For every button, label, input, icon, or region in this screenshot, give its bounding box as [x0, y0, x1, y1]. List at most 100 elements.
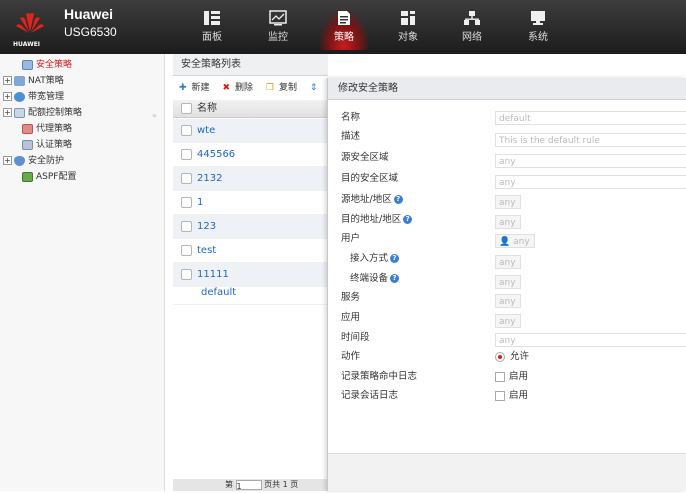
- huawei-logo-icon: [16, 13, 44, 33]
- row-checkbox[interactable]: [181, 172, 192, 184]
- access-mode-label-text: 接入方式: [350, 253, 389, 264]
- table-row[interactable]: 445566: [173, 143, 328, 167]
- sidebar-item-nat-policy[interactable]: + NAT策略: [3, 74, 64, 88]
- session-log-checkbox[interactable]: [495, 391, 505, 401]
- sidebar-item-proxy-policy[interactable]: 代理策略: [22, 122, 72, 136]
- policy-name[interactable]: 445566: [197, 149, 235, 160]
- user-icon: 👤: [499, 237, 511, 247]
- dialog-footer: [328, 453, 686, 491]
- expand-icon[interactable]: +: [3, 92, 12, 101]
- row-checkbox[interactable]: [181, 220, 192, 232]
- help-icon[interactable]: ?: [393, 195, 403, 204]
- service-select[interactable]: any: [495, 294, 521, 308]
- dest-address-select[interactable]: any: [495, 215, 521, 229]
- row-checkbox[interactable]: [181, 196, 192, 208]
- sidebar-item-label: 安全策略: [36, 60, 73, 70]
- policy-icon: [338, 11, 350, 25]
- expand-icon[interactable]: +: [3, 156, 12, 165]
- action-permit-radio[interactable]: [495, 352, 505, 362]
- policy-name[interactable]: wte: [197, 125, 215, 136]
- list-header: 名称: [173, 100, 328, 118]
- terminal-select[interactable]: any: [495, 275, 521, 289]
- policy-name[interactable]: default: [201, 287, 236, 298]
- page-input[interactable]: 1: [235, 479, 262, 491]
- policy-list-panel: 安全策略列表 ✚ 新建 ✖ 删除 ❐ 复制 ⇕ 名称 wte 445566 2132 …: [173, 54, 328, 491]
- description-input[interactable]: This is the default rule: [495, 133, 686, 147]
- access-mode-select[interactable]: any: [495, 255, 521, 269]
- nav-dashboard[interactable]: 面板: [188, 10, 236, 50]
- table-row[interactable]: wte: [173, 119, 328, 143]
- dest-zone-label: 目的安全区域: [341, 173, 399, 184]
- add-icon: ✚: [179, 83, 187, 93]
- sidebar-item-label: 代理策略: [36, 124, 73, 134]
- session-log-label: 记录会话日志: [341, 390, 399, 401]
- table-row[interactable]: 1: [173, 191, 328, 215]
- time-range-label: 时间段: [341, 332, 370, 343]
- user-select[interactable]: 👤 any: [495, 234, 535, 248]
- help-icon[interactable]: ?: [403, 215, 413, 224]
- user-value: any: [513, 237, 530, 247]
- top-bar: HUAWEI Huawei USG6530 面板 监控 策略 对象 网络 系统: [0, 0, 686, 54]
- sidebar-item-bandwidth[interactable]: + 带宽管理: [3, 90, 64, 104]
- sort-icon[interactable]: ⇕: [310, 83, 318, 93]
- expand-icon[interactable]: +: [3, 76, 12, 85]
- nav-monitor[interactable]: 监控: [254, 10, 302, 50]
- nav-policy[interactable]: 策略: [320, 10, 368, 50]
- dest-address-label: 目的地址/地区?: [341, 213, 413, 227]
- table-row[interactable]: 2132: [173, 167, 328, 191]
- security-policy-icon: [22, 59, 33, 70]
- aspf-icon: [22, 171, 33, 182]
- device-model: USG6530: [64, 25, 117, 39]
- delete-button-label: 删除: [234, 83, 253, 93]
- new-button[interactable]: ✚ 新建: [179, 83, 215, 93]
- row-checkbox[interactable]: [181, 124, 192, 136]
- copy-button[interactable]: ❐ 复制: [266, 83, 302, 93]
- table-row[interactable]: 123: [173, 215, 328, 239]
- source-address-select[interactable]: any: [495, 195, 521, 209]
- auth-policy-icon: [22, 139, 33, 150]
- expand-icon[interactable]: +: [3, 108, 12, 117]
- dest-zone-select[interactable]: any: [495, 175, 686, 189]
- nat-policy-icon: [14, 75, 25, 86]
- policy-name[interactable]: 2132: [197, 173, 222, 184]
- sidebar-item-auth-policy[interactable]: 认证策略: [22, 138, 72, 152]
- delete-button[interactable]: ✖ 删除: [222, 83, 258, 93]
- service-label: 服务: [341, 292, 361, 303]
- nav-system[interactable]: 系统: [514, 10, 562, 50]
- system-icon: [531, 11, 545, 25]
- application-label: 应用: [341, 312, 361, 323]
- source-zone-select[interactable]: any: [495, 154, 686, 168]
- nav-object[interactable]: 对象: [384, 10, 432, 50]
- policy-log-checkbox[interactable]: [495, 372, 505, 382]
- name-input[interactable]: default: [495, 111, 686, 125]
- row-checkbox[interactable]: [181, 244, 192, 256]
- table-row[interactable]: default: [173, 281, 328, 305]
- pagination-bar: 第 1 页共 1 页: [173, 479, 328, 491]
- sidebar-item-security-policy[interactable]: 安全策略: [22, 58, 72, 72]
- copy-button-label: 复制: [278, 83, 297, 93]
- select-all-checkbox[interactable]: [181, 102, 192, 114]
- nav-network[interactable]: 网络: [448, 10, 496, 50]
- sidebar-item-aspf[interactable]: ASPF配置: [22, 170, 76, 184]
- policy-name[interactable]: 1: [197, 197, 203, 208]
- help-icon[interactable]: ?: [390, 254, 400, 263]
- sidebar-item-quota-control[interactable]: + 配额控制策略: [3, 106, 82, 120]
- row-checkbox[interactable]: [181, 148, 192, 160]
- row-checkbox[interactable]: [181, 268, 192, 280]
- policy-name[interactable]: 123: [197, 221, 216, 232]
- action-permit-label: 允许: [510, 351, 530, 362]
- table-row[interactable]: test: [173, 239, 328, 263]
- sidebar-item-security-protection[interactable]: + 安全防护: [3, 154, 64, 168]
- name-label: 名称: [341, 112, 361, 123]
- application-select[interactable]: any: [495, 314, 521, 328]
- copy-icon: ❐: [265, 83, 274, 93]
- policy-name[interactable]: 11111: [197, 269, 229, 280]
- pager-suffix: 页共 1 页: [264, 480, 299, 489]
- nav-label: 策略: [334, 32, 354, 43]
- policy-name[interactable]: test: [197, 245, 216, 256]
- sidebar-item-label: 配额控制策略: [28, 108, 83, 118]
- sidebar-item-label: NAT策略: [28, 76, 64, 86]
- collapse-sidebar-icon[interactable]: «: [152, 111, 157, 120]
- time-range-select[interactable]: any: [495, 333, 686, 347]
- help-icon[interactable]: ?: [390, 274, 400, 283]
